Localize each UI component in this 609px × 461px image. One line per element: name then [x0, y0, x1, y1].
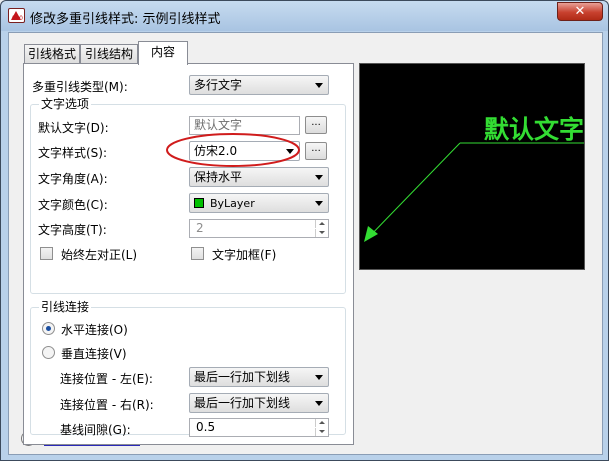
attach-right-dropdown[interactable]: 最后一行加下划线 [189, 393, 329, 413]
text-height-spinner[interactable]: 2 [189, 219, 329, 238]
leader-line [365, 142, 461, 241]
chevron-down-icon [315, 401, 323, 406]
tab-leader-structure[interactable]: 引线结构 [80, 44, 138, 64]
attach-right-label: 连接位置 - 右(R): [60, 398, 154, 412]
tab-leader-format[interactable]: 引线格式 [24, 44, 80, 64]
leader-preview-drawing: 默认文字 [364, 115, 584, 242]
preview-pane: 默认文字 [359, 63, 585, 270]
spin-up-icon[interactable] [315, 220, 328, 228]
red-annotation-ellipse [166, 133, 300, 167]
window-title: 修改多重引线样式: 示例引线样式 [30, 12, 221, 27]
chevron-down-icon [315, 201, 323, 206]
chevron-down-icon [315, 375, 323, 380]
horizontal-attachment-label: 水平连接(O) [61, 323, 128, 337]
content-tab-panel: 多重引线类型(M): 多行文字 文字选项 默认文字(D): 默认文字 ... 文… [23, 63, 354, 445]
leader-type-label: 多重引线类型(M): [32, 80, 128, 94]
text-frame-label: 文字加框(F) [212, 248, 277, 262]
dialog-client-area: 引线格式 引线结构 内容 多重引线类型(M): 多行文字 文字选项 默认文字(D… [8, 32, 603, 455]
tab-content[interactable]: 内容 [138, 41, 188, 65]
chevron-down-icon [315, 175, 323, 180]
text-options-title: 文字选项 [39, 97, 92, 111]
autocad-app-icon: A10 [8, 8, 25, 23]
dialog-window: A10 修改多重引线样式: 示例引线样式 ✕ 引线格式 引线结构 内容 多重引线… [0, 0, 609, 461]
vertical-attachment-label: 垂直连接(V) [61, 347, 127, 361]
color-swatch [194, 198, 204, 208]
attach-left-label: 连接位置 - 左(E): [60, 372, 153, 386]
horizontal-attachment-radio[interactable] [42, 322, 55, 335]
spin-down-icon[interactable] [315, 428, 328, 436]
landing-gap-label: 基线间隙(G): [60, 423, 131, 437]
title-bar[interactable]: A10 修改多重引线样式: 示例引线样式 ✕ [1, 1, 608, 31]
leader-connection-title: 引线连接 [39, 300, 92, 314]
text-frame-checkbox[interactable] [191, 247, 204, 260]
text-style-browse-button[interactable]: ... [305, 142, 327, 160]
spin-up-icon[interactable] [315, 419, 328, 427]
always-left-justify-label: 始终左对正(L) [61, 248, 138, 262]
attach-left-dropdown[interactable]: 最后一行加下划线 [189, 367, 329, 387]
default-text-browse-button[interactable]: ... [305, 116, 327, 134]
leader-arrowhead [364, 226, 378, 242]
default-text-label: 默认文字(D): [38, 121, 109, 135]
leader-type-dropdown[interactable]: 多行文字 [189, 75, 329, 95]
text-angle-dropdown[interactable]: 保持水平 [189, 167, 329, 187]
landing-gap-spinner[interactable]: 0.5 [189, 418, 329, 437]
chevron-down-icon [315, 83, 323, 88]
text-style-label: 文字样式(S): [38, 146, 108, 160]
always-left-justify-checkbox[interactable] [40, 247, 53, 260]
text-color-dropdown[interactable]: ByLayer [189, 193, 329, 213]
close-button[interactable]: ✕ [557, 2, 603, 21]
text-angle-label: 文字角度(A): [38, 172, 108, 186]
text-height-label: 文字高度(T): [38, 223, 107, 237]
text-color-label: 文字颜色(C): [38, 198, 108, 212]
preview-text: 默认文字 [484, 115, 584, 144]
spin-down-icon[interactable] [315, 229, 328, 237]
vertical-attachment-radio[interactable] [42, 346, 55, 359]
